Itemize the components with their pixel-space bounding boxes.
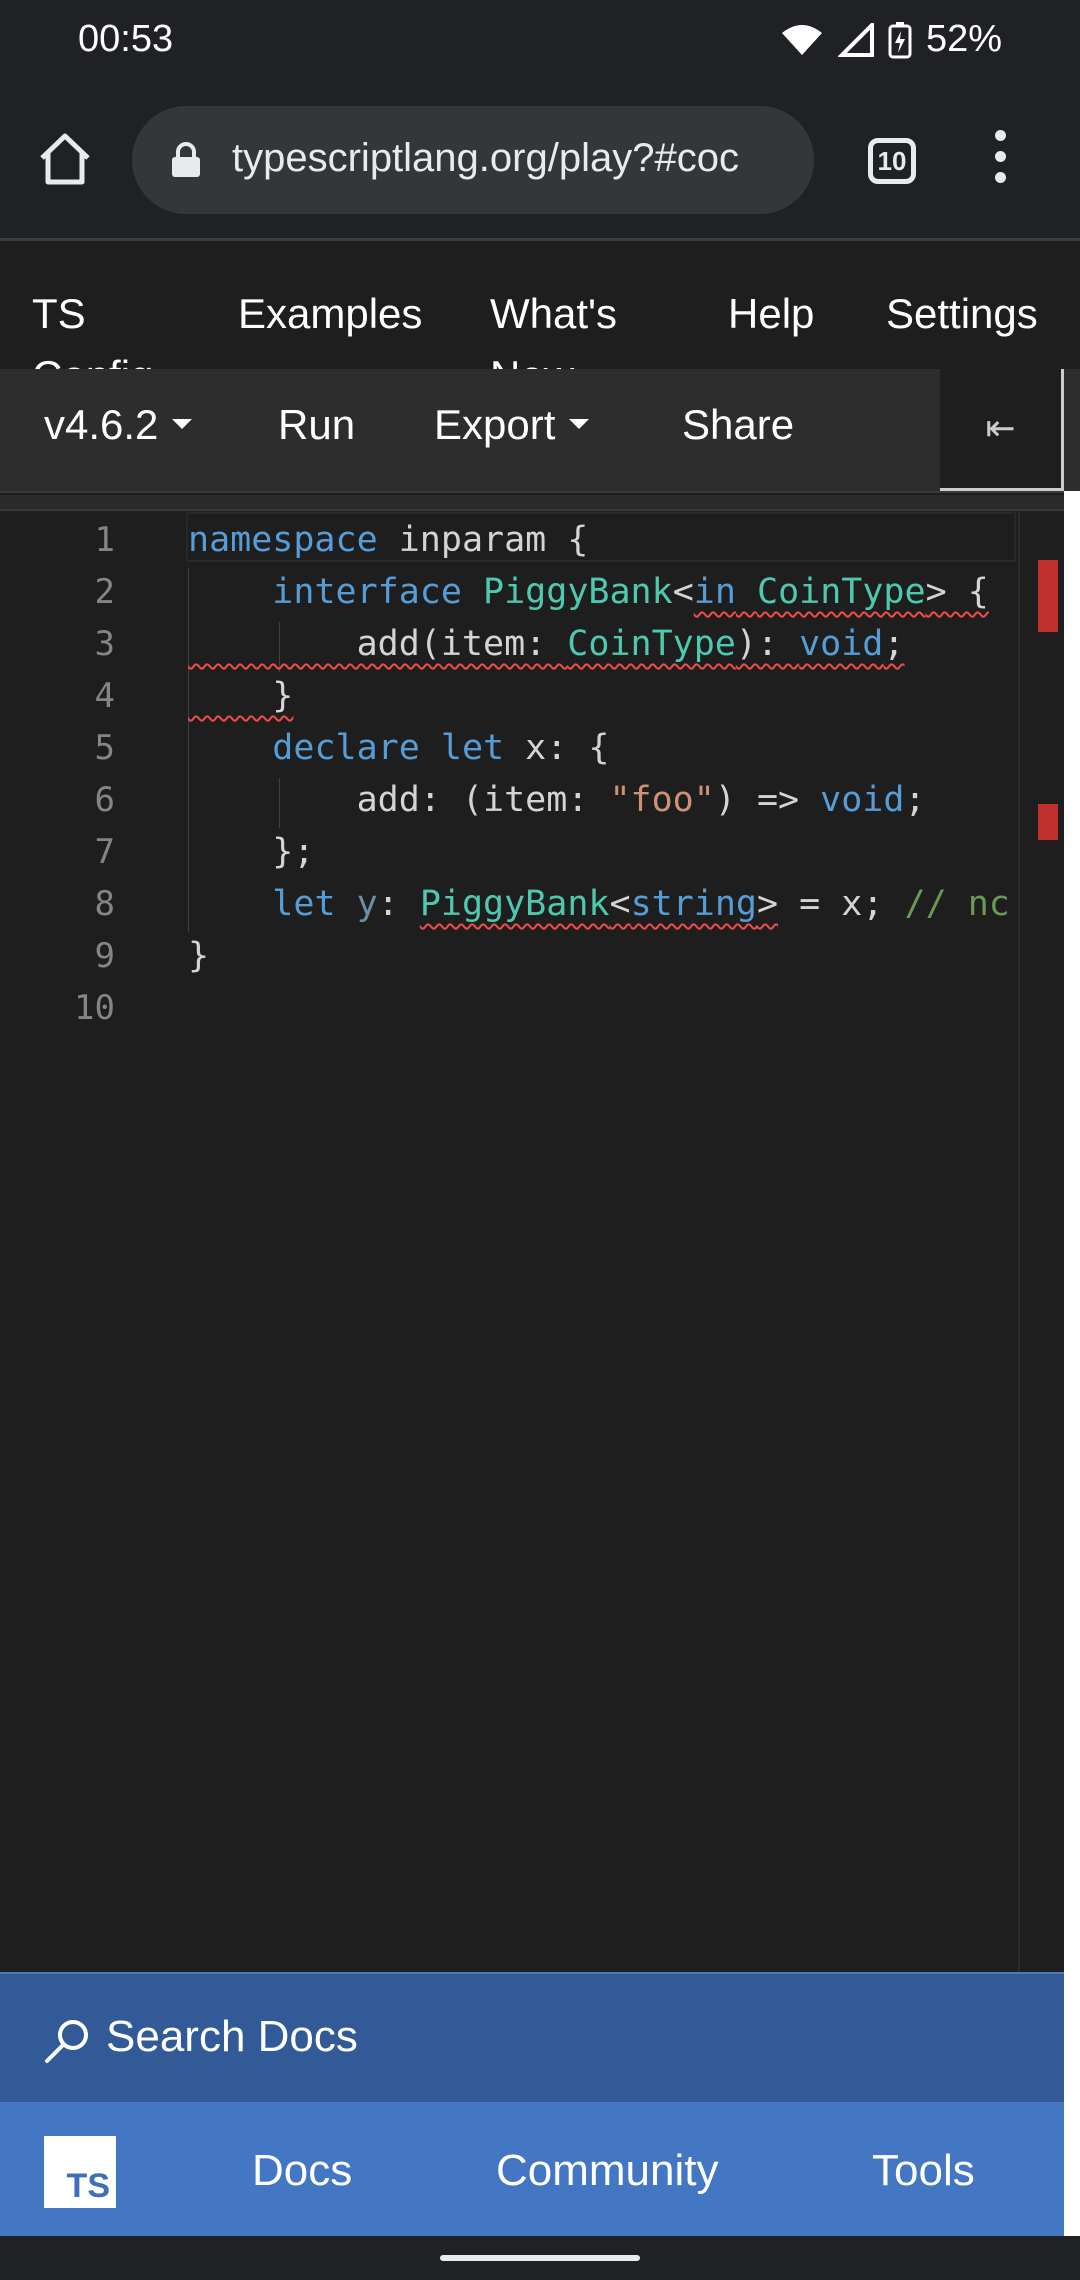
code-line: 3 add(item: CoinType): void;: [0, 616, 1060, 668]
nav-whats-new[interactable]: What's New: [490, 283, 640, 369]
line-number: 10: [74, 988, 115, 1028]
code-line: 6 add: (item: "foo") => void;: [0, 772, 1060, 824]
nav-help[interactable]: Help: [728, 283, 814, 345]
editor-edge: [1064, 491, 1080, 2236]
battery-percent: 52%: [925, 18, 1002, 60]
run-button[interactable]: Run: [278, 401, 355, 449]
editor-scrollbar[interactable]: [1018, 512, 1066, 1972]
wifi-icon: [781, 24, 822, 55]
code-text: let y: PiggyBank<string> = x; // nc: [272, 884, 1010, 924]
address-bar[interactable]: typescriptlang.org/play?#coc: [132, 106, 814, 214]
footer-nav-tools[interactable]: Tools: [872, 2146, 975, 2196]
collapse-sidebar-button[interactable]: ⇤: [940, 369, 1064, 491]
status-bar: 00:53 52%: [0, 0, 1080, 80]
chevron-down-icon: [569, 418, 590, 429]
footer-nav: TS Docs Community Tools: [0, 2102, 1064, 2236]
tab-switcher-button[interactable]: 10: [868, 138, 916, 184]
code-text: interface PiggyBank<in CoinType> {: [272, 572, 989, 612]
code-text: add: (item: "foo") => void;: [188, 780, 926, 820]
code-line: 4 }: [0, 668, 1060, 720]
signal-icon: [837, 22, 874, 57]
code-line: 10: [0, 980, 1060, 1032]
search-docs-label: Search Docs: [106, 2012, 358, 2061]
status-icons: 52%: [780, 18, 1002, 61]
line-number: 2: [94, 572, 115, 612]
battery-icon: [888, 21, 912, 58]
line-number: 7: [94, 832, 115, 872]
line-number: 3: [94, 624, 115, 664]
error-marker: [1038, 560, 1058, 632]
line-number: 6: [94, 780, 115, 820]
version-select[interactable]: v4.6.2: [44, 401, 193, 449]
line-number: 4: [94, 676, 115, 716]
nav-settings[interactable]: Settings: [886, 283, 1038, 345]
code-line: 5 declare let x: {: [0, 720, 1060, 772]
code-line: 2 interface PiggyBank<in CoinType> {: [0, 564, 1060, 616]
code-line: 1 namespace inparam {: [0, 512, 1060, 564]
nav-examples[interactable]: Examples: [238, 283, 422, 345]
site-nav: TS Config Examples What's New Help Setti…: [0, 241, 1080, 369]
url-text[interactable]: typescriptlang.org/play?#coc: [232, 136, 792, 181]
search-docs-bar[interactable]: Search Docs: [0, 1972, 1064, 2104]
code-text: namespace inparam {: [188, 520, 589, 560]
code-line: 8 let y: PiggyBank<string> = x; // nc: [0, 876, 1060, 928]
home-gesture-handle[interactable]: [440, 2255, 640, 2261]
editor-divider: [0, 495, 1064, 511]
code-text: }: [188, 676, 294, 716]
error-marker: [1038, 804, 1058, 840]
code-text: declare let x: {: [272, 728, 610, 768]
export-label: Export: [434, 401, 556, 448]
search-icon: [45, 2020, 88, 2063]
lock-icon: [172, 142, 200, 177]
footer-nav-community[interactable]: Community: [496, 2146, 719, 2196]
code-line: 9 }: [0, 928, 1060, 980]
share-button[interactable]: Share: [682, 401, 794, 449]
line-number: 9: [94, 936, 115, 976]
more-options-icon[interactable]: [980, 130, 1020, 190]
code-editor[interactable]: 1 namespace inparam { 2 interface PiggyB…: [0, 512, 1064, 1972]
status-time: 00:53: [78, 18, 174, 60]
code-text: add(item: CoinType): void;: [188, 624, 905, 664]
system-nav-bar: [0, 2236, 1080, 2280]
chevron-down-icon: [172, 418, 193, 429]
version-label: v4.6.2: [44, 401, 159, 448]
code-text: }: [188, 936, 210, 976]
home-icon[interactable]: [34, 128, 96, 190]
footer-nav-docs[interactable]: Docs: [252, 2146, 352, 2196]
playground-toolbar: v4.6.2 Run Export Share: [0, 369, 1080, 493]
line-number: 8: [94, 884, 115, 924]
export-menu[interactable]: Export: [434, 401, 590, 449]
line-number: 5: [94, 728, 115, 768]
line-number: 1: [94, 520, 115, 560]
nav-ts-config[interactable]: TS Config: [32, 283, 153, 369]
code-line: 7 };: [0, 824, 1060, 876]
code-text: };: [188, 832, 315, 872]
browser-toolbar: typescriptlang.org/play?#coc 10: [0, 80, 1080, 241]
typescript-logo[interactable]: TS: [44, 2136, 116, 2208]
